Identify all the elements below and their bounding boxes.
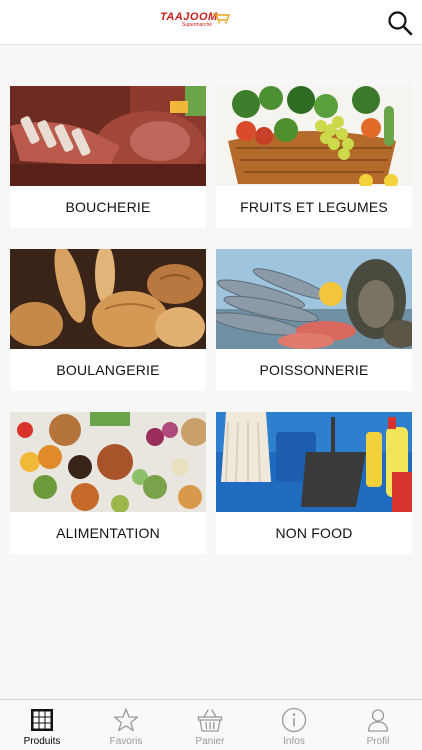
taajoom-logo: TAAJOOM Supermarché	[160, 11, 232, 31]
category-tile-boucherie[interactable]: BOUCHERIE	[10, 86, 206, 228]
tab-label: Produits	[23, 736, 61, 747]
search-icon[interactable]	[387, 10, 413, 36]
bottom-tab-bar: Produits Favoris Panier Infos Profil	[0, 699, 422, 750]
tab-produits[interactable]: Produits	[0, 700, 84, 750]
tab-favoris[interactable]: Favoris	[84, 700, 168, 750]
star-icon	[113, 708, 139, 732]
fish-photo	[216, 249, 412, 349]
category-label: POISSONNERIE	[259, 362, 369, 378]
tab-label: Profil	[366, 736, 390, 747]
tab-label: Favoris	[109, 736, 143, 747]
category-label: NON FOOD	[275, 525, 353, 541]
meat-photo	[10, 86, 206, 186]
grid-icon	[31, 709, 53, 731]
tab-panier[interactable]: Panier	[168, 700, 252, 750]
info-icon	[281, 707, 307, 733]
cleaning-supplies-photo	[216, 412, 412, 512]
category-tile-boulangerie[interactable]: BOULANGERIE	[10, 249, 206, 391]
category-tile-alimentation[interactable]: ALIMENTATION	[10, 412, 206, 554]
logo-subtext: Supermarché	[182, 22, 213, 28]
app-header: TAAJOOM Supermarché	[0, 0, 422, 45]
category-label: ALIMENTATION	[56, 525, 160, 541]
category-tile-fruits-et-legumes[interactable]: FRUITS ET LEGUMES	[216, 86, 412, 228]
category-tile-poissonnerie[interactable]: POISSONNERIE	[216, 249, 412, 391]
profile-icon	[367, 709, 389, 732]
groceries-photo	[10, 412, 206, 512]
basket-icon	[197, 709, 223, 732]
category-label: BOUCHERIE	[65, 199, 151, 215]
category-label: FRUITS ET LEGUMES	[240, 199, 388, 215]
tab-label: Panier	[195, 736, 225, 747]
category-tile-non-food[interactable]: NON FOOD	[216, 412, 412, 554]
bread-photo	[10, 249, 206, 349]
fruit-basket-photo	[216, 86, 412, 186]
tab-infos[interactable]: Infos	[252, 700, 336, 750]
category-label: BOULANGERIE	[56, 362, 160, 378]
tab-label: Infos	[283, 736, 305, 747]
tab-profil[interactable]: Profil	[336, 700, 420, 750]
cart-logo-icon	[213, 13, 230, 24]
